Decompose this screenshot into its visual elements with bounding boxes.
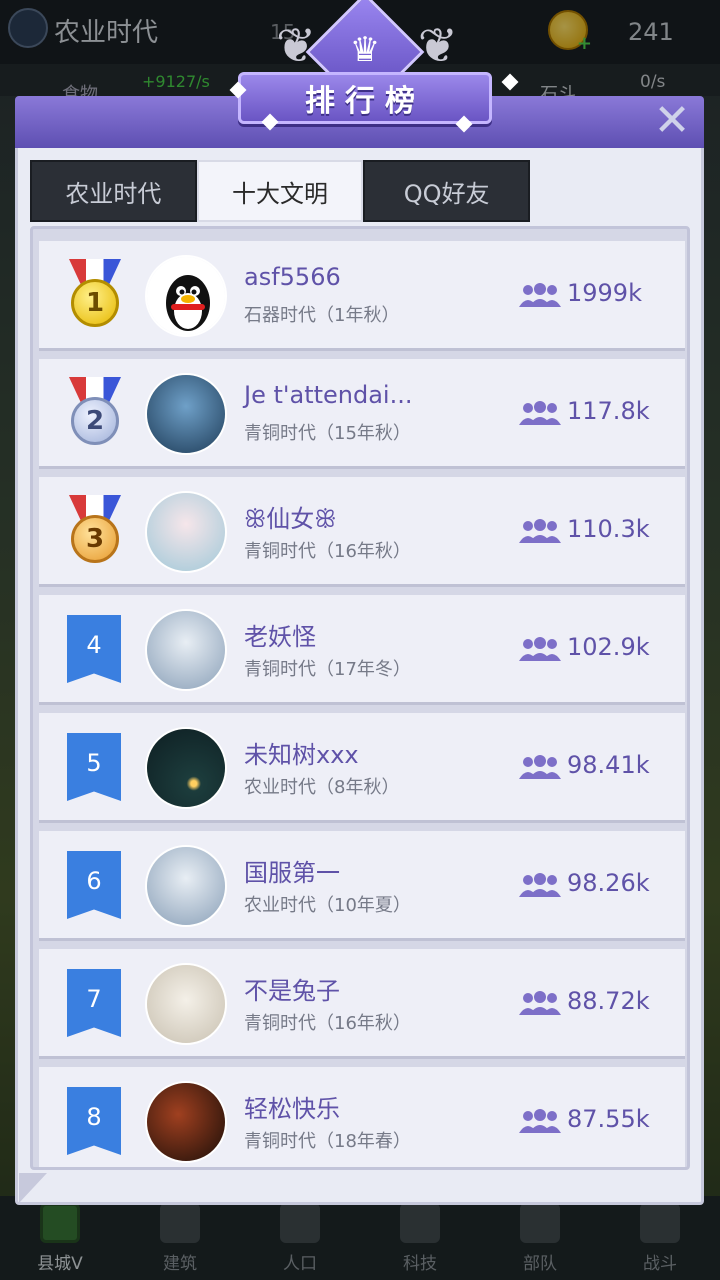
population-icon [519, 401, 561, 425]
player-name: 国服第一 [244, 859, 340, 887]
ranking-row[interactable]: 6 国服第一 农业时代（10年夏） 98.26k [39, 831, 685, 941]
rank-flag: 4 [67, 615, 121, 683]
tab-top-civilizations[interactable]: 十大文明 [196, 160, 364, 222]
title-plate: 排行榜 [238, 72, 492, 124]
population-icon [519, 519, 561, 543]
population-icon [519, 283, 561, 307]
player-name: 老妖怪 [244, 623, 316, 651]
player-era: 青铜时代（16年秋） [244, 1013, 411, 1034]
ranking-row[interactable]: 3 ꕥ仙女ꕥ 青铜时代（16年秋） 110.3k [39, 477, 685, 587]
player-era: 青铜时代（15年秋） [244, 423, 411, 444]
player-name: ꕥ仙女ꕥ [244, 505, 337, 533]
tab-agriculture-age[interactable]: 农业时代 [30, 160, 197, 222]
player-name: 轻松快乐 [244, 1095, 340, 1123]
population-icon [519, 991, 561, 1015]
population-value: 88.72k [567, 987, 650, 1015]
avatar[interactable] [145, 1081, 227, 1163]
dialog-corner-decoration [19, 1173, 47, 1203]
avatar[interactable] [145, 727, 227, 809]
dialog-title: 排行榜 [305, 84, 425, 119]
silver-medal-icon: 2 [69, 377, 121, 457]
penguin-avatar-icon [147, 257, 225, 335]
close-button[interactable]: ✕ [648, 98, 696, 144]
avatar[interactable] [145, 963, 227, 1045]
population-icon [519, 637, 561, 661]
tab-qq-friends[interactable]: QQ好友 [363, 160, 531, 222]
rank-flag: 8 [67, 1087, 121, 1155]
avatar[interactable] [145, 609, 227, 691]
avatar[interactable] [145, 491, 227, 573]
ranking-row[interactable]: 2 Je t'attendai... 青铜时代（15年秋） 117.8k [39, 359, 685, 469]
population-value: 1999k [567, 279, 642, 307]
avatar[interactable] [145, 255, 227, 337]
player-era: 石器时代（1年秋） [244, 305, 400, 326]
population-icon [519, 1109, 561, 1133]
population-value: 102.9k [567, 633, 650, 661]
ranking-row[interactable]: 7 不是兔子 青铜时代（16年秋） 88.72k [39, 949, 685, 1059]
population-value: 110.3k [567, 515, 650, 543]
tab-bar: 农业时代 十大文明 QQ好友 [30, 160, 531, 222]
ranking-row[interactable]: 5 未知树xxx 农业时代（8年秋） 98.41k [39, 713, 685, 823]
population-value: 98.41k [567, 751, 650, 779]
bronze-medal-icon: 3 [69, 495, 121, 575]
rank-flag: 5 [67, 733, 121, 801]
player-name: asf5566 [244, 263, 341, 291]
ranking-row[interactable]: 8 轻松快乐 青铜时代（18年春） 87.55k [39, 1067, 685, 1167]
rank-number: 2 [71, 397, 119, 445]
player-name: Je t'attendai... [244, 381, 413, 409]
player-era: 农业时代（8年秋） [244, 777, 400, 798]
player-name: 不是兔子 [244, 977, 340, 1005]
rank-number: 3 [71, 515, 119, 563]
gold-medal-icon: 1 [69, 259, 121, 339]
avatar[interactable] [145, 845, 227, 927]
rank-flag: 6 [67, 851, 121, 919]
crown-icon: ♛ [349, 30, 381, 70]
ranking-row[interactable]: 1 asf5566 石器时代（1年秋） 1999k [39, 241, 685, 351]
rank-flag: 7 [67, 969, 121, 1037]
player-era: 青铜时代（17年冬） [244, 659, 411, 680]
player-era: 青铜时代（18年春） [244, 1131, 411, 1152]
ranking-row[interactable]: 4 老妖怪 青铜时代（17年冬） 102.9k [39, 595, 685, 705]
population-value: 87.55k [567, 1105, 650, 1133]
avatar[interactable] [145, 373, 227, 455]
population-icon [519, 755, 561, 779]
player-name: 未知树xxx [244, 741, 359, 769]
population-value: 117.8k [567, 397, 650, 425]
rank-number: 1 [71, 279, 119, 327]
population-icon [519, 873, 561, 897]
ranking-list[interactable]: 1 asf5566 石器时代（1年秋） 1999k 2 Je t'attenda… [30, 226, 690, 1170]
population-value: 98.26k [567, 869, 650, 897]
player-era: 青铜时代（16年秋） [244, 541, 411, 562]
player-era: 农业时代（10年夏） [244, 895, 411, 916]
